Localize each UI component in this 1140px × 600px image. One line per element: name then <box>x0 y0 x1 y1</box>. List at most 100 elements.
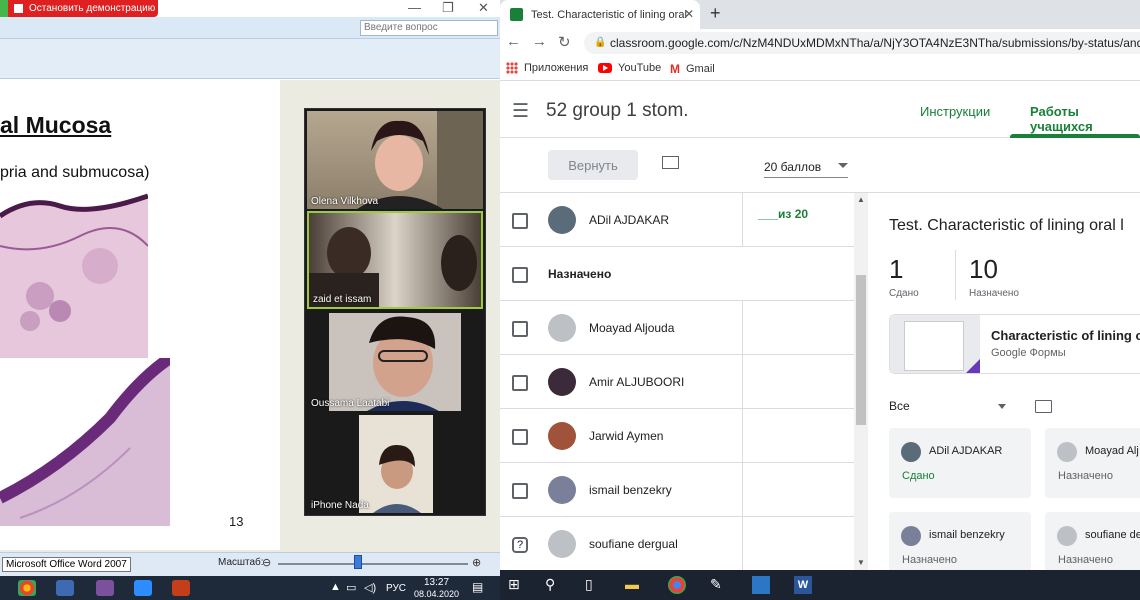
clock-time[interactable]: 13:27 <box>424 577 449 588</box>
viber-icon[interactable] <box>96 580 114 596</box>
student-row[interactable]: ADil AJDAKAR ___из 20 <box>500 193 854 247</box>
student-name: ADil AJDAKAR <box>589 213 670 227</box>
student-row[interactable]: Amir ALJUBOORI <box>500 355 854 409</box>
bookmark-apps[interactable]: Приложения <box>506 62 588 74</box>
network-icon[interactable]: ▭ <box>346 581 356 594</box>
tray-arrow-icon[interactable]: ▲ <box>330 581 341 593</box>
help-checkbox-icon[interactable]: ? <box>512 537 528 553</box>
taskbar-tooltip: Microsoft Office Word 2007 <box>2 557 131 572</box>
restore-icon[interactable]: ❐ <box>442 0 454 16</box>
apps-icon <box>506 62 518 74</box>
chrome-icon[interactable] <box>18 580 36 596</box>
tab-close-icon[interactable]: ✕ <box>684 7 694 21</box>
ask-question-input[interactable]: Введите вопрос <box>360 20 498 36</box>
menu-icon[interactable]: ☰ <box>512 100 529 123</box>
video-tile[interactable]: Oussama Laatabi <box>307 313 483 411</box>
language-indicator[interactable]: РУС <box>386 583 406 594</box>
checkbox[interactable] <box>512 267 528 283</box>
word-icon[interactable]: W <box>794 576 812 594</box>
dropdown-caret-icon[interactable] <box>998 404 1006 409</box>
email-icon[interactable] <box>662 156 679 169</box>
card-status: Назначено <box>1058 554 1113 566</box>
task-view-icon[interactable]: ▯ <box>585 576 593 593</box>
file-explorer-icon[interactable]: ▬ <box>625 576 639 592</box>
search-icon[interactable]: ⚲ <box>545 576 555 593</box>
tab-student-work[interactable]: Работы учащихся <box>1030 104 1140 134</box>
video-tile[interactable]: iPhone Nada <box>307 415 483 513</box>
attachment-title: Characteristic of lining o <box>991 328 1140 343</box>
classroom-favicon <box>510 8 523 21</box>
zoom-slider-thumb[interactable] <box>354 555 362 569</box>
avatar <box>548 422 576 450</box>
zoom-in-icon[interactable]: ⊕ <box>472 556 481 569</box>
close-icon[interactable]: ✕ <box>478 0 489 16</box>
section-header-row[interactable]: Назначено <box>500 247 854 301</box>
bookmark-label: YouTube <box>618 62 662 74</box>
zoom-icon[interactable] <box>134 580 152 596</box>
folder-icon[interactable] <box>1035 400 1052 413</box>
checkbox[interactable] <box>512 429 528 445</box>
scrollbar-thumb[interactable] <box>856 275 866 425</box>
tab-instructions[interactable]: Инструкции <box>920 104 990 119</box>
gmail-icon: M <box>670 62 680 76</box>
notification-icon[interactable]: ▤ <box>472 580 483 594</box>
student-row[interactable]: Moayad Aljouda <box>500 301 854 355</box>
checkbox[interactable] <box>512 375 528 391</box>
word-icon[interactable] <box>56 580 74 596</box>
new-tab-icon[interactable]: + <box>710 3 721 24</box>
checkbox[interactable] <box>512 483 528 499</box>
clock-date[interactable]: 08.04.2020 <box>414 589 459 599</box>
status-filter[interactable]: Все <box>889 399 910 413</box>
assigned-count: 10 <box>969 254 998 284</box>
reload-icon[interactable]: ↻ <box>558 33 571 51</box>
active-tab-indicator <box>1010 134 1140 138</box>
address-bar[interactable]: classroom.google.com/c/NzM4NDUxMDMxNTha/… <box>584 32 1140 54</box>
stats-divider <box>955 250 956 300</box>
student-card[interactable]: ismail benzekry Назначено <box>889 512 1031 570</box>
youtube-icon <box>598 63 612 73</box>
avatar <box>901 526 921 546</box>
student-row[interactable]: ismail benzekry <box>500 463 854 517</box>
video-tile-active[interactable]: zaid et issam <box>307 211 483 309</box>
windows10-taskbar <box>500 570 1140 600</box>
slide-number: 13 <box>229 514 244 529</box>
class-name[interactable]: 52 group 1 stom. <box>546 100 689 122</box>
grade-field[interactable]: ___из 20 <box>758 207 808 221</box>
student-name: Jarwid Aymen <box>589 429 664 443</box>
video-tile[interactable]: Olena Vilkhova <box>307 111 483 209</box>
windows-start-icon[interactable]: ⊞ <box>508 576 520 593</box>
participant-video <box>357 111 483 209</box>
browser-tab[interactable]: Test. Characteristic of lining oral <box>500 0 700 29</box>
scroll-up-icon[interactable]: ▲ <box>857 195 865 204</box>
minimize-icon[interactable]: — <box>408 0 421 15</box>
student-name: ismail benzekry <box>589 483 672 497</box>
powerpoint-icon[interactable] <box>172 580 190 596</box>
bookmark-gmail[interactable]: M Gmail <box>670 62 715 76</box>
volume-icon[interactable]: ◁) <box>364 581 376 594</box>
zoom-out-icon[interactable]: ⊖ <box>262 556 271 569</box>
stop-share-button[interactable]: Остановить демонстрацию <box>0 0 158 17</box>
lock-icon[interactable]: 🔒 <box>594 37 606 48</box>
points-select[interactable]: 20 баллов <box>764 156 848 178</box>
student-row[interactable]: Jarwid Aymen <box>500 409 854 463</box>
checkbox[interactable] <box>512 321 528 337</box>
student-card[interactable]: soufiane de Назначено <box>1045 512 1140 570</box>
student-card[interactable]: ADil AJDAKAR Сдано <box>889 428 1031 498</box>
zoom-slider[interactable] <box>278 563 468 565</box>
turned-in-label: Сдано <box>889 288 919 299</box>
back-icon[interactable]: ← <box>506 33 521 50</box>
participant-name: Olena Vilkhova <box>311 196 379 207</box>
avatar <box>901 442 921 462</box>
avatar <box>1057 442 1077 462</box>
chrome-icon[interactable] <box>668 576 686 594</box>
participant-video <box>309 227 477 307</box>
photos-icon[interactable] <box>752 576 770 594</box>
checkbox[interactable] <box>512 213 528 229</box>
return-button[interactable]: Вернуть <box>548 150 638 180</box>
paint-icon[interactable]: ✎ <box>710 576 722 593</box>
forward-icon[interactable]: → <box>532 33 547 50</box>
bookmark-youtube[interactable]: YouTube <box>598 62 661 74</box>
scroll-down-icon[interactable]: ▼ <box>857 558 865 567</box>
student-row[interactable]: ? soufiane dergual <box>500 517 854 570</box>
student-card[interactable]: Moayad Alj Назначено <box>1045 428 1140 498</box>
